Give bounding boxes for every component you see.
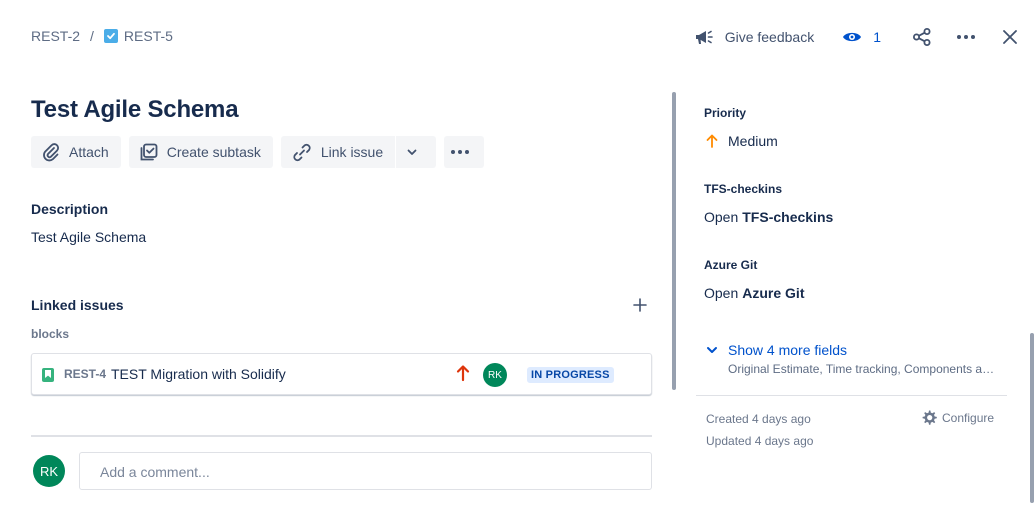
arrow-up-icon xyxy=(456,364,470,387)
linked-issue-summary[interactable]: TEST Migration with Solidify xyxy=(111,366,286,382)
subtask-icon xyxy=(140,143,158,161)
checkbox-icon xyxy=(103,29,118,43)
add-linked-issue-button[interactable] xyxy=(632,297,648,313)
more-icon xyxy=(957,35,975,39)
description-label: Description xyxy=(31,201,109,217)
share-button[interactable] xyxy=(911,26,933,48)
megaphone-icon xyxy=(695,30,713,44)
more-actions-button[interactable] xyxy=(955,26,977,48)
breadcrumb-parent-link[interactable]: REST-2 xyxy=(31,28,80,44)
attach-label: Attach xyxy=(69,144,109,160)
show-more-fields-label: Show 4 more fields xyxy=(728,342,848,358)
link-issue-dropdown-button[interactable] xyxy=(396,136,437,168)
close-button[interactable] xyxy=(999,26,1021,48)
issue-toolbar: Attach Create subtask Link issue xyxy=(31,136,492,168)
gear-icon xyxy=(922,410,937,425)
link-issue-button[interactable]: Link issue xyxy=(280,136,396,168)
close-icon xyxy=(1003,30,1017,44)
priority-field[interactable]: Medium xyxy=(704,133,778,149)
avatar: RK xyxy=(33,455,65,487)
priority-label: Priority xyxy=(704,106,747,120)
tfs-checkins-prefix: Open xyxy=(704,209,739,225)
more-icon xyxy=(451,150,470,154)
azure-git-link[interactable]: Azure Git xyxy=(742,285,804,301)
chevron-down-icon xyxy=(707,347,717,353)
breadcrumb-separator: / xyxy=(90,28,94,44)
create-subtask-label: Create subtask xyxy=(166,144,261,160)
watch-button[interactable]: 1 xyxy=(842,29,881,45)
comment-input[interactable]: Add a comment... xyxy=(79,452,652,490)
linked-issue-key[interactable]: REST-4 xyxy=(64,367,106,381)
azure-git-prefix: Open xyxy=(704,285,739,301)
configure-label: Configure xyxy=(942,411,995,425)
created-timestamp: Created 4 days ago xyxy=(706,412,811,426)
description-text[interactable]: Test Agile Schema xyxy=(31,229,146,245)
azure-git-field[interactable]: Open Azure Git xyxy=(704,285,804,301)
link-relation-label: blocks xyxy=(31,327,70,341)
story-icon xyxy=(42,368,54,382)
assignee-avatar[interactable]: RK xyxy=(483,363,507,387)
configure-button[interactable]: Configure xyxy=(920,409,994,427)
priority-value: Medium xyxy=(728,133,778,149)
sidebar-scrollbar[interactable] xyxy=(1030,333,1034,503)
issue-title[interactable]: Test Agile Schema xyxy=(31,96,239,124)
share-icon xyxy=(913,28,931,46)
header-actions: Give feedback 1 xyxy=(693,24,1021,50)
tfs-checkins-field[interactable]: Open TFS-checkins xyxy=(704,209,833,225)
link-icon xyxy=(293,143,311,162)
hidden-fields-summary: Original Estimate, Time tracking, Compon… xyxy=(728,362,996,376)
breadcrumb-current-link[interactable]: REST-5 xyxy=(124,28,173,44)
attach-button[interactable]: Attach xyxy=(31,136,121,168)
azure-git-label: Azure Git xyxy=(704,258,758,272)
updated-timestamp: Updated 4 days ago xyxy=(706,434,814,448)
eye-icon xyxy=(843,32,862,42)
section-divider xyxy=(31,435,652,437)
tfs-checkins-label: TFS-checkins xyxy=(704,182,783,196)
watch-count: 1 xyxy=(873,29,881,45)
status-badge[interactable]: IN PROGRESS xyxy=(527,367,614,383)
show-more-fields-button[interactable]: Show 4 more fields xyxy=(706,342,847,358)
arrow-up-icon xyxy=(706,134,718,148)
breadcrumb: REST-2 / REST-5 xyxy=(31,28,173,44)
tfs-checkins-link[interactable]: TFS-checkins xyxy=(742,209,833,225)
chevron-down-icon xyxy=(407,149,417,155)
create-subtask-button[interactable]: Create subtask xyxy=(128,136,273,168)
main-scrollbar[interactable] xyxy=(672,92,676,390)
give-feedback-label: Give feedback xyxy=(724,29,815,45)
plus-icon xyxy=(633,298,647,312)
linked-issues-label: Linked issues xyxy=(31,297,124,313)
give-feedback-button[interactable]: Give feedback xyxy=(693,27,815,47)
sidebar-divider xyxy=(696,395,1007,396)
paperclip-icon xyxy=(43,143,60,162)
link-issue-label: Link issue xyxy=(320,144,384,160)
toolbar-more-button[interactable] xyxy=(444,136,485,168)
linked-issue-row[interactable]: REST-4 TEST Migration with Solidify RK I… xyxy=(31,353,652,395)
